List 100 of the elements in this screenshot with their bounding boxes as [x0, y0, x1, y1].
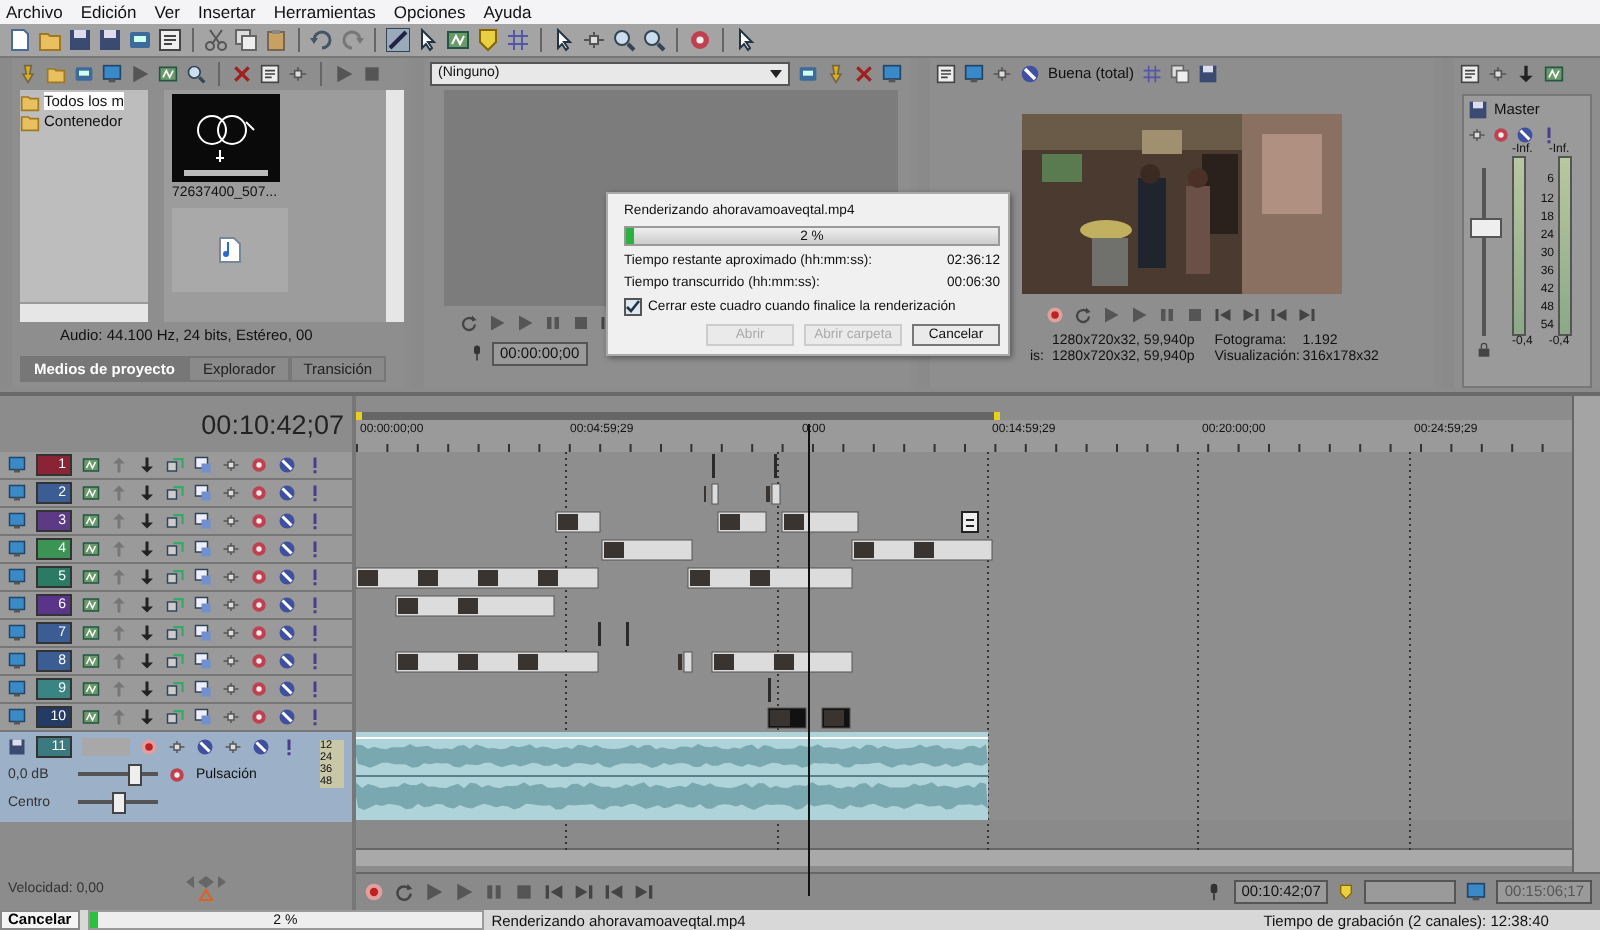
- selection-length-field[interactable]: [1364, 880, 1457, 904]
- vertical-scrollbar[interactable]: [1572, 396, 1600, 872]
- arrow-down-icon[interactable]: [1516, 63, 1536, 84]
- zoom-icon[interactable]: [186, 63, 206, 84]
- audio-waveform[interactable]: [356, 732, 989, 821]
- video-clip[interactable]: [711, 651, 853, 673]
- no-entry-icon[interactable]: [278, 456, 296, 475]
- video-clip[interactable]: [555, 511, 601, 533]
- track-name-field[interactable]: [82, 737, 130, 756]
- clip-edge[interactable]: [712, 454, 715, 479]
- video-clip[interactable]: [704, 483, 719, 505]
- next-icon[interactable]: [634, 882, 654, 902]
- clip-edge[interactable]: [598, 622, 601, 647]
- monitor-icon[interactable]: [8, 708, 26, 727]
- no-entry-icon[interactable]: [278, 540, 296, 559]
- loop-icon[interactable]: [394, 882, 414, 902]
- prev-icon[interactable]: [544, 882, 564, 902]
- video-clip[interactable]: [781, 511, 859, 533]
- no-entry-icon[interactable]: [278, 708, 296, 727]
- menu-item[interactable]: Insertar: [198, 1, 256, 22]
- scissors-icon[interactable]: [204, 27, 228, 52]
- marker-icon[interactable]: [1338, 884, 1355, 900]
- lock-icon[interactable]: [1476, 341, 1492, 358]
- pan-icon[interactable]: [582, 27, 606, 52]
- save-icon[interactable]: [68, 27, 92, 52]
- loop-icon[interactable]: [460, 313, 478, 332]
- no-entry-icon[interactable]: [278, 680, 296, 699]
- next-icon[interactable]: [1242, 305, 1260, 324]
- cursor-icon[interactable]: [552, 27, 576, 52]
- video-clip[interactable]: [766, 483, 781, 505]
- props-icon[interactable]: [936, 63, 956, 84]
- props-icon[interactable]: [260, 63, 280, 84]
- monitor-icon[interactable]: [8, 568, 26, 587]
- video-clip[interactable]: [821, 707, 851, 729]
- menu-item[interactable]: Opciones: [393, 1, 466, 22]
- menu-item[interactable]: Archivo: [6, 1, 63, 22]
- no-entry-icon[interactable]: [278, 652, 296, 671]
- slider-handle[interactable]: [112, 791, 126, 814]
- props-icon[interactable]: [158, 27, 182, 52]
- pan-icon[interactable]: [992, 63, 1012, 84]
- clip-edge[interactable]: [774, 454, 777, 479]
- pan-icon[interactable]: [1488, 63, 1508, 84]
- prev-icon[interactable]: [604, 882, 624, 902]
- record-icon[interactable]: [1046, 305, 1064, 324]
- next-icon[interactable]: [574, 882, 594, 902]
- video-clip[interactable]: [687, 567, 853, 589]
- video-clip[interactable]: [767, 707, 807, 729]
- horizontal-scrollbar[interactable]: [20, 301, 148, 322]
- mic-icon[interactable]: [468, 344, 486, 363]
- monitor-icon[interactable]: [102, 63, 122, 84]
- file-icon[interactable]: [8, 27, 32, 52]
- cursor-icon[interactable]: [416, 27, 440, 52]
- save-icon[interactable]: [1468, 99, 1488, 120]
- monitor-icon[interactable]: [882, 63, 902, 84]
- prev-icon[interactable]: [1270, 305, 1288, 324]
- pan-icon[interactable]: [288, 63, 308, 84]
- monitor-icon[interactable]: [8, 512, 26, 531]
- pan-icon[interactable]: [1468, 125, 1486, 144]
- monitor-icon[interactable]: [8, 484, 26, 503]
- clip-edge[interactable]: [768, 678, 771, 703]
- monitor-icon[interactable]: [8, 540, 26, 559]
- no-entry-icon[interactable]: [1020, 63, 1040, 84]
- props-icon[interactable]: [1460, 63, 1480, 84]
- no-entry-icon[interactable]: [278, 484, 296, 503]
- video-clip[interactable]: [395, 651, 599, 673]
- marker-icon[interactable]: [476, 27, 500, 52]
- video-clip[interactable]: [851, 539, 993, 561]
- video-clip[interactable]: [601, 539, 693, 561]
- menu-item[interactable]: Ayuda: [483, 1, 532, 22]
- no-entry-icon[interactable]: [196, 737, 214, 756]
- monitor-icon[interactable]: [964, 63, 984, 84]
- media-thumbnail[interactable]: [172, 207, 288, 292]
- no-entry-icon[interactable]: [252, 737, 270, 756]
- save-icon[interactable]: [98, 27, 122, 52]
- prev-icon[interactable]: [1214, 305, 1232, 324]
- video-clip[interactable]: [717, 511, 767, 533]
- grid-icon[interactable]: [506, 27, 530, 52]
- save-icon[interactable]: [1197, 63, 1218, 84]
- menu-item[interactable]: Herramientas: [273, 1, 376, 22]
- monitor-icon[interactable]: [1466, 882, 1487, 902]
- menu-item[interactable]: Edición: [80, 1, 137, 22]
- no-entry-icon[interactable]: [278, 512, 296, 531]
- zoom-icon[interactable]: [612, 27, 636, 52]
- cursor-icon[interactable]: [734, 27, 758, 52]
- fader-handle[interactable]: [1470, 217, 1502, 238]
- slider-handle[interactable]: [128, 763, 142, 786]
- no-entry-icon[interactable]: [278, 568, 296, 587]
- no-entry-icon[interactable]: [278, 596, 296, 615]
- copy-icon[interactable]: [1169, 63, 1190, 84]
- vertical-scrollbar[interactable]: [386, 89, 404, 322]
- record-icon[interactable]: [140, 737, 158, 756]
- no-entry-icon[interactable]: [278, 624, 296, 643]
- monitor-icon[interactable]: [8, 456, 26, 475]
- copy-icon[interactable]: [234, 27, 258, 52]
- next-icon[interactable]: [1298, 305, 1316, 324]
- loop-icon[interactable]: [1074, 305, 1092, 324]
- horizontal-scrollbar[interactable]: [356, 848, 1572, 866]
- video-clip[interactable]: [356, 567, 599, 589]
- no-entry-icon[interactable]: [1516, 125, 1534, 144]
- video-clip[interactable]: [678, 651, 693, 673]
